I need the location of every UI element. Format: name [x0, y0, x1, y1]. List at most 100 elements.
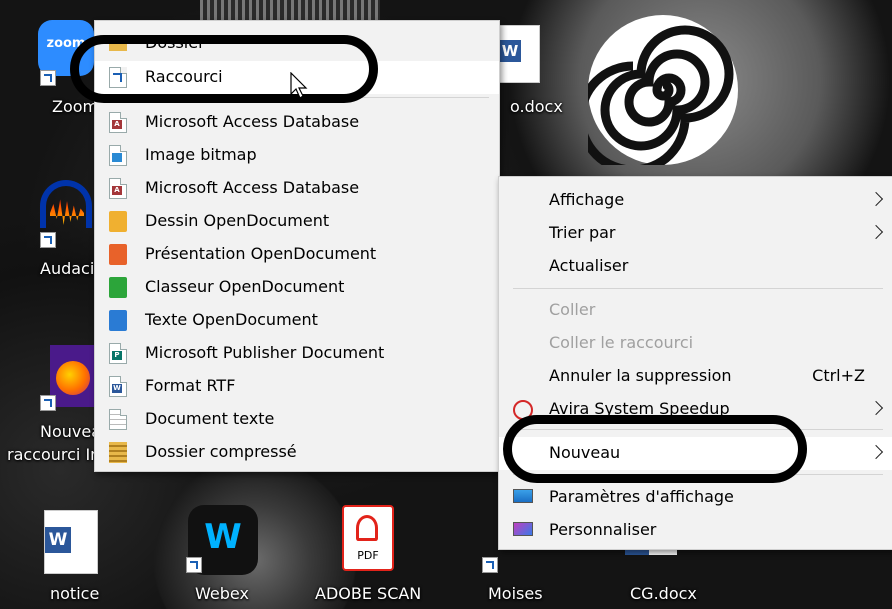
rtf-letter: W — [112, 384, 122, 393]
menu-item-display-settings[interactable]: Paramètres d'affichage — [499, 481, 892, 514]
menu-item-ods[interactable]: Classeur OpenDocument — [95, 271, 499, 304]
menu-item-rtf[interactable]: W Format RTF — [95, 370, 499, 403]
shortcut-overlay-icon — [40, 395, 56, 411]
ods-icon — [109, 277, 127, 298]
bitmap-badge — [112, 153, 122, 162]
access-letter: A — [112, 120, 122, 129]
menu-item-sort-by[interactable]: Trier par — [499, 217, 892, 250]
access-letter: A — [112, 186, 122, 195]
word-doc-icon: W — [498, 25, 540, 83]
chevron-right-icon — [868, 224, 884, 240]
word-letter-badge: W — [45, 527, 71, 553]
acrobat-icon — [356, 515, 378, 541]
desktop-icon-label: notice — [50, 584, 100, 603]
menu-item-access-db[interactable]: A Microsoft Access Database — [95, 106, 499, 139]
menu-item-label: Paramètres d'affichage — [549, 487, 734, 506]
text-doc-icon — [109, 409, 127, 430]
desktop-icon-label: Audaci — [40, 259, 95, 278]
menu-item-label: Classeur OpenDocument — [145, 277, 345, 296]
desktop-icon-o-docx[interactable]: W o.docx — [498, 20, 578, 120]
access-icon: A — [109, 112, 127, 133]
shortcut-overlay-icon — [186, 557, 202, 573]
spiral-image — [576, 15, 738, 175]
menu-item-label: Coller le raccourci — [549, 333, 694, 352]
menu-item-publisher[interactable]: P Microsoft Publisher Document — [95, 337, 499, 370]
menu-item-access-db-2[interactable]: A Microsoft Access Database — [95, 172, 499, 205]
menu-item-label: Personnaliser — [549, 520, 657, 539]
firefox-shortcut-icon — [50, 345, 96, 407]
zip-folder-icon — [109, 442, 127, 463]
desktop-icon-webex[interactable]: W Webex — [180, 505, 270, 609]
menu-item-label: Trier par — [549, 223, 616, 242]
desktop-icon-label: ADOBE SCAN — [315, 584, 422, 603]
desktop-icon-label: Moises — [488, 584, 543, 603]
bitmap-icon — [109, 145, 127, 166]
desktop-icon-label: o.docx — [510, 97, 563, 116]
desktop-icon-label-line2: raccourci In — [7, 445, 101, 464]
menu-item-odg[interactable]: Dessin OpenDocument — [95, 205, 499, 238]
menu-item-text-doc[interactable]: Document texte — [95, 403, 499, 436]
menu-item-label: Microsoft Access Database — [145, 112, 360, 131]
desktop-icon-notice[interactable]: W notice — [30, 510, 120, 609]
desktop-context-menu: Affichage Trier par Actualiser Coller Co… — [498, 176, 892, 550]
menu-item-paste-shortcut: Coller le raccourci — [499, 327, 892, 360]
rtf-icon: W — [109, 376, 127, 397]
shortcut-overlay-icon — [40, 70, 56, 86]
menu-item-label: Texte OpenDocument — [145, 310, 318, 329]
odg-icon — [109, 211, 127, 232]
menu-item-zip-folder[interactable]: Dossier compressé — [95, 436, 499, 469]
menu-item-label: Coller — [549, 300, 596, 319]
menu-item-label: Microsoft Access Database — [145, 178, 360, 197]
audacity-app-icon — [38, 180, 96, 238]
access-icon: A — [109, 178, 127, 199]
menu-item-label: Actualiser — [549, 256, 629, 275]
desktop-icon-audacity[interactable]: Audaci — [30, 180, 100, 280]
shortcut-text: Ctrl+Z — [812, 366, 865, 385]
menu-item-odp[interactable]: Présentation OpenDocument — [95, 238, 499, 271]
annotation-ring-shortcut — [70, 35, 378, 103]
desktop-icon-adobe-scan[interactable]: PDF ADOBE SCAN — [310, 505, 430, 609]
desktop-icon-label: CG.docx — [630, 584, 697, 603]
menu-item-refresh[interactable]: Actualiser — [499, 250, 892, 283]
firefox-icon — [56, 361, 90, 395]
menu-item-bitmap[interactable]: Image bitmap — [95, 139, 499, 172]
display-icon — [513, 489, 533, 503]
menu-item-label: Présentation OpenDocument — [145, 244, 377, 263]
odp-icon — [109, 244, 127, 265]
menu-item-label: Annuler la suppression — [549, 366, 732, 385]
menu-item-label: Dessin OpenDocument — [145, 211, 330, 230]
odt-icon — [109, 310, 127, 331]
shortcut-overlay-icon — [40, 232, 56, 248]
mouse-cursor-icon — [290, 72, 308, 99]
word-doc-icon: W — [44, 510, 98, 574]
menu-item-label: Image bitmap — [145, 145, 257, 164]
chevron-right-icon — [868, 191, 884, 207]
menu-item-paste: Coller — [499, 294, 892, 327]
menu-item-label: Microsoft Publisher Document — [145, 343, 385, 362]
annotation-ring-new — [503, 415, 807, 483]
publisher-letter: P — [112, 351, 122, 360]
menu-item-label: Affichage — [549, 190, 625, 209]
webex-logo: W — [204, 517, 242, 557]
menu-separator — [513, 288, 883, 289]
word-letter-badge: W — [499, 40, 521, 62]
menu-item-label: Document texte — [145, 409, 275, 428]
chevron-right-icon — [868, 400, 884, 416]
spiral-icon — [576, 25, 734, 175]
shortcut-overlay-icon — [482, 557, 498, 573]
chevron-right-icon — [868, 444, 884, 460]
desktop-icon-label: Nouvea — [40, 422, 102, 441]
pdf-file-icon: PDF — [342, 505, 394, 571]
menu-item-view[interactable]: Affichage — [499, 184, 892, 217]
menu-item-label: Format RTF — [145, 376, 236, 395]
menu-item-personalize[interactable]: Personnaliser — [499, 514, 892, 547]
desktop-icon-label: Webex — [195, 584, 249, 603]
personalize-icon — [513, 522, 533, 536]
publisher-icon: P — [109, 343, 127, 364]
menu-item-odt[interactable]: Texte OpenDocument — [95, 304, 499, 337]
menu-item-undo-delete[interactable]: Annuler la suppression Ctrl+Z — [499, 360, 892, 393]
headphones-icon — [40, 180, 92, 228]
desktop-icon-new-shortcut[interactable]: Nouvea raccourci In — [0, 345, 102, 465]
pdf-label: PDF — [357, 549, 379, 562]
menu-item-label: Dossier compressé — [145, 442, 297, 461]
